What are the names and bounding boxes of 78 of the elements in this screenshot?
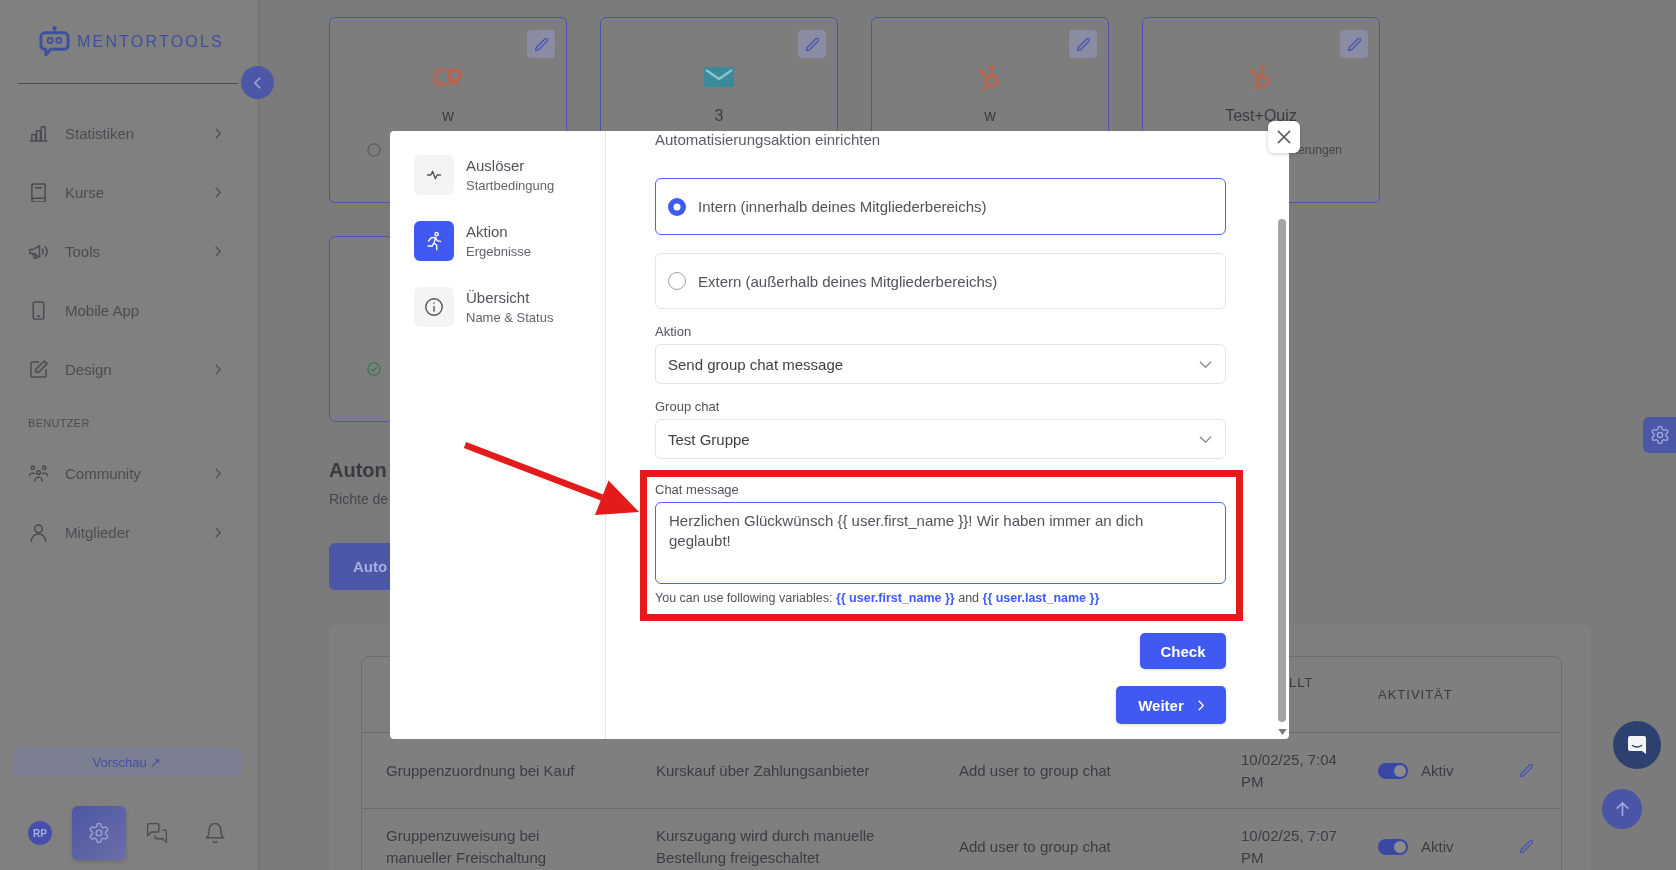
table-cell-text: Kurszugang wird durch manuelle Bestellung freigeschaltet — [656, 825, 876, 868]
section-title: Automatisierungsaktion einrichten — [655, 131, 882, 148]
create-button[interactable]: Auto — [329, 543, 393, 590]
edit-button[interactable] — [527, 30, 555, 58]
pencil-icon[interactable] — [1520, 764, 1533, 777]
option-card[interactable]: Intern (innerhalb deines Mitgliederbereichs) — [655, 178, 1226, 235]
column-header[interactable]: AKTIVITÄT — [1378, 686, 1453, 703]
chat-launcher-button[interactable] — [1613, 721, 1661, 769]
column-header[interactable]: LLT — [1289, 675, 1314, 691]
edit-button[interactable] — [1069, 30, 1097, 58]
step-item[interactable]: Auslöser Startbedingung — [414, 155, 555, 195]
close-icon — [1277, 130, 1291, 144]
running-person-icon — [414, 221, 454, 261]
field-label: Chat message — [655, 482, 739, 498]
pencil-icon — [534, 37, 548, 51]
robot-logo-icon — [39, 26, 70, 57]
field-label: Group chat — [655, 399, 720, 415]
table-cell-text: Kurskauf über Zahlungsanbieter — [656, 760, 870, 781]
chevron-left-icon — [254, 76, 261, 89]
table-cell-text: Add user to group chat — [959, 836, 1111, 857]
chevron-right-icon — [1197, 699, 1204, 711]
arrow-up-icon — [1615, 801, 1629, 817]
book-icon — [29, 183, 48, 202]
activity-label: Aktiv — [1421, 760, 1454, 781]
edit-button[interactable] — [1340, 30, 1368, 58]
scrollbar-thumb[interactable] — [1278, 219, 1286, 722]
card-title: 3 — [714, 107, 724, 125]
table-cell-text: 10/02/25, 7:04 PM — [1241, 749, 1338, 792]
scroll-down-arrow-icon[interactable] — [1277, 729, 1287, 735]
pencil-icon — [1347, 37, 1361, 51]
envelope-icon — [704, 64, 734, 90]
chevron-down-icon — [1199, 435, 1212, 443]
preview-button[interactable]: Vorschau ↗ — [12, 748, 242, 776]
people-icon — [29, 464, 48, 483]
person-icon — [29, 523, 48, 542]
card-title: w — [442, 107, 454, 125]
message-field[interactable]: Herzlichen Glückwünsch {{ user.first_name }}! Wir haben immer an dich geglaubt! — [655, 502, 1226, 584]
pencil-icon — [805, 37, 819, 51]
next-button[interactable]: Weiter — [1116, 686, 1226, 724]
toggle-switch[interactable] — [1378, 838, 1408, 855]
radio-button[interactable] — [668, 272, 686, 290]
pencil-icon — [1076, 37, 1090, 51]
pulse-icon — [414, 155, 454, 195]
megaphone-icon — [29, 242, 48, 261]
chat-icon — [1627, 735, 1647, 755]
table-cell-text: Gruppenzuweisung bei manueller Freischaltung — [386, 825, 548, 868]
option-card[interactable]: Extern (außerhalb deines Mitgliederbereichs) — [655, 253, 1226, 309]
settings-tab[interactable] — [1643, 417, 1676, 453]
pencil-icon[interactable] — [1520, 840, 1533, 853]
card-title: w — [984, 107, 996, 125]
card-note: ierungen — [1295, 143, 1342, 157]
toggle-switch[interactable] — [1378, 762, 1408, 779]
table-cell-text: Gruppenzuordnung bei Kauf — [386, 760, 575, 781]
settings-button[interactable] — [72, 806, 126, 860]
select-field[interactable]: Test Gruppe — [655, 419, 1226, 459]
step-item[interactable]: Übersicht Name & Status — [414, 287, 554, 327]
page-title: Auton — [329, 458, 387, 482]
logo-text: MENTORTOOLS — [77, 31, 224, 52]
edit-button[interactable] — [798, 30, 826, 58]
user-avatar[interactable]: RP — [28, 821, 52, 845]
chevron-down-icon — [1199, 360, 1212, 368]
gear-icon — [89, 823, 109, 843]
bar-chart-icon — [29, 124, 48, 143]
select-field[interactable]: Send group chat message — [655, 344, 1226, 384]
table-cell-text: 10/02/25, 7:07 PM — [1241, 825, 1338, 868]
gear-icon — [1650, 426, 1669, 444]
radio-button[interactable] — [668, 197, 686, 216]
chat-bubbles-icon — [147, 823, 167, 843]
scroll-to-top-button[interactable] — [1602, 789, 1642, 829]
help-text: You can use following variables: {{ user.first_name }} and {{ user.last_name }} — [655, 590, 1100, 606]
check-button[interactable]: Check — [1140, 633, 1226, 669]
activity-label: Aktiv — [1421, 836, 1454, 857]
field-label: Aktion — [655, 324, 692, 340]
info-icon — [414, 287, 454, 327]
bell-icon — [205, 823, 225, 843]
step-item[interactable]: Aktion Ergebnisse — [414, 221, 532, 261]
table-cell-text: Add user to group chat — [959, 760, 1111, 781]
card-title: Test+Quiz — [1225, 107, 1297, 125]
